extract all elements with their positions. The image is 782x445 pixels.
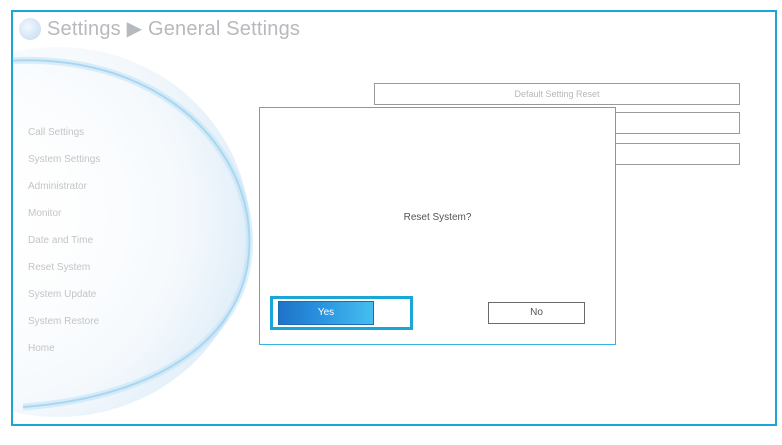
menu-item-monitor[interactable]: Monitor (28, 207, 100, 234)
dialog-message: Reset System? (403, 212, 472, 223)
default-setting-reset-button[interactable]: Default Setting Reset (374, 83, 740, 105)
menu-item-reset-system[interactable]: Reset System (28, 261, 100, 288)
no-button[interactable]: No (488, 302, 585, 324)
menu-item-call-settings[interactable]: Call Settings (28, 126, 100, 153)
menu-item-system-restore[interactable]: System Restore (28, 315, 100, 342)
page-title: Settings ▶ General Settings (47, 18, 301, 40)
yes-button[interactable]: Yes (278, 301, 374, 325)
settings-menu: Call Settings System Settings Administra… (28, 126, 100, 369)
main-window: Settings ▶ General Settings Call Setting… (11, 10, 777, 426)
menu-item-system-update[interactable]: System Update (28, 288, 100, 315)
menu-item-system-settings[interactable]: System Settings (28, 153, 100, 180)
reset-confirm-dialog: Reset System? Yes No (259, 107, 616, 345)
menu-item-home[interactable]: Home (28, 342, 100, 369)
menu-item-administrator[interactable]: Administrator (28, 180, 100, 207)
menu-item-date-and-time[interactable]: Date and Time (28, 234, 100, 261)
logo-icon (19, 17, 41, 40)
header: Settings ▶ General Settings (19, 16, 300, 41)
